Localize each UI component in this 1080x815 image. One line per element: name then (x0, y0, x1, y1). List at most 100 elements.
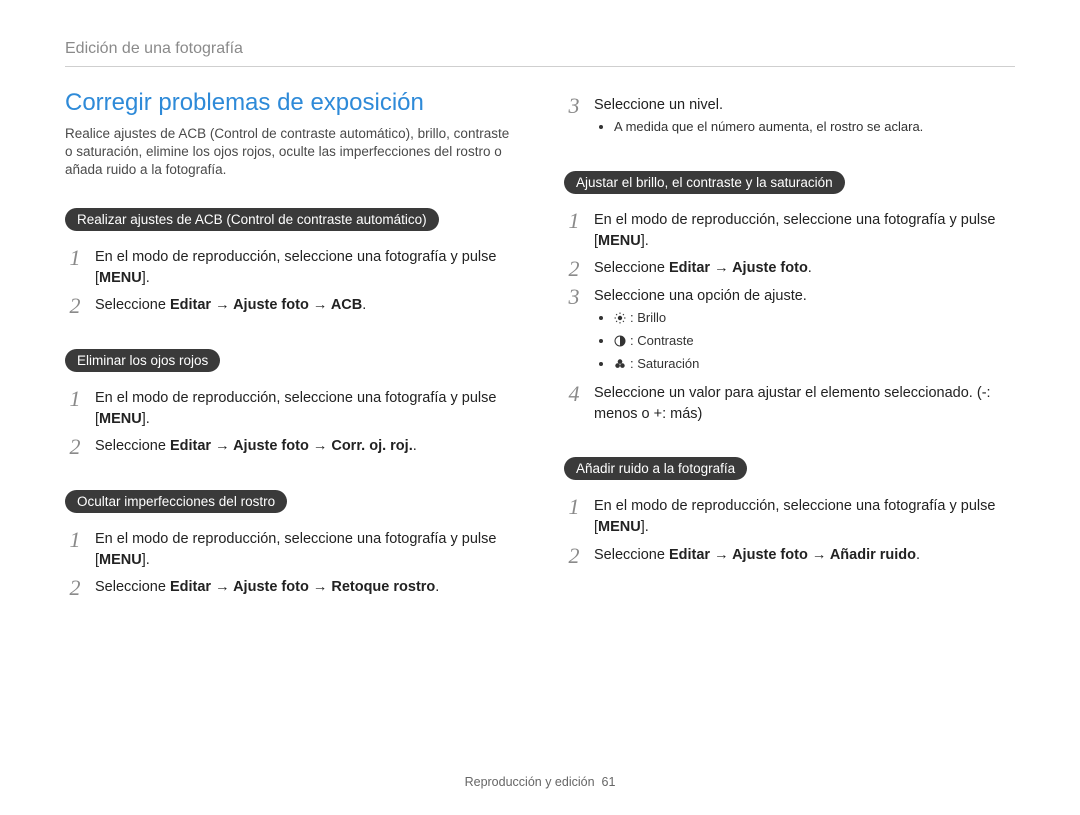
step-row: 2 Seleccione Editar → Ajuste foto → Añad… (564, 545, 1015, 567)
step-row: 4 Seleccione un valor para ajustar el el… (564, 383, 1015, 425)
option-contrast: : Contraste (614, 332, 807, 353)
contrast-icon (614, 334, 626, 353)
option-brightness: : Brillo (614, 309, 807, 330)
step-text: En el modo de reproducción, seleccione u… (594, 210, 1015, 252)
option-saturation: : Saturación (614, 355, 807, 376)
text-fragment: Seleccione (594, 547, 669, 563)
step-row: 1 En el modo de reproducción, seleccione… (564, 496, 1015, 538)
step-row: 2 Seleccione Editar → Ajuste foto → ACB. (65, 295, 516, 317)
step-text: Seleccione Editar → Ajuste foto → Retoqu… (95, 577, 439, 598)
menu-key: MENU (99, 270, 142, 286)
text-fragment: En el modo de reproducción, seleccione u… (594, 498, 995, 535)
step-row: 1 En el modo de reproducción, seleccione… (564, 210, 1015, 252)
face-steps-cont: 3 Seleccione un nivel. A medida que el n… (564, 95, 1015, 139)
step-text: Seleccione una opción de ajuste. : Brill… (594, 286, 807, 378)
text-fragment: . (413, 438, 417, 454)
step-number: 3 (564, 286, 584, 308)
step-row: 2 Seleccione Editar → Ajuste foto → Corr… (65, 436, 516, 458)
step-number: 1 (65, 247, 85, 269)
menu-path: Editar → Ajuste foto → Retoque rostro (170, 579, 435, 595)
menu-path: Editar → Ajuste foto (669, 260, 808, 276)
step-row: 3 Seleccione una opción de ajuste. : Bri… (564, 286, 1015, 378)
footer-section: Reproducción y edición (465, 775, 595, 789)
left-column: Corregir problemas de exposición Realice… (65, 89, 516, 605)
sub-bullet-list: A medida que el número aumenta, el rostr… (594, 118, 923, 137)
text-fragment: ]. (142, 552, 150, 568)
step-text: Seleccione Editar → Ajuste foto. (594, 258, 812, 279)
step-text: Seleccione Editar → Ajuste foto → ACB. (95, 295, 366, 316)
subsection-bcs-pill: Ajustar el brillo, el contraste y la sat… (564, 171, 845, 194)
text-fragment: Seleccione una opción de ajuste. (594, 288, 807, 304)
step-number: 2 (65, 577, 85, 599)
subsection-face-pill: Ocultar imperfecciones del rostro (65, 490, 287, 513)
step-number: 1 (65, 529, 85, 551)
face-steps: 1 En el modo de reproducción, seleccione… (65, 529, 516, 599)
text-fragment: Seleccione (95, 438, 170, 454)
text-fragment: ]. (641, 233, 649, 249)
text-fragment: Seleccione (594, 260, 669, 276)
menu-path: Editar → Ajuste foto → Corr. oj. roj. (170, 438, 413, 454)
page-footer: Reproducción y edición 61 (0, 775, 1080, 789)
step-row: 3 Seleccione un nivel. A medida que el n… (564, 95, 1015, 139)
section-title: Corregir problemas de exposición (65, 89, 516, 117)
menu-path: Editar → Ajuste foto → ACB (170, 297, 362, 313)
page-number: 61 (602, 775, 616, 789)
sub-bullet: A medida que el número aumenta, el rostr… (614, 118, 923, 137)
page-header: Edición de una fotografía (65, 40, 1015, 67)
step-text: En el modo de reproducción, seleccione u… (95, 529, 516, 571)
text-fragment: ]. (142, 270, 150, 286)
text-fragment: En el modo de reproducción, seleccione u… (594, 212, 995, 249)
step-text: Seleccione Editar → Ajuste foto → Corr. … (95, 436, 417, 457)
step-text: En el modo de reproducción, seleccione u… (95, 247, 516, 289)
redeye-steps: 1 En el modo de reproducción, seleccione… (65, 388, 516, 458)
text-fragment: . (435, 579, 439, 595)
step-number: 1 (564, 496, 584, 518)
menu-key: MENU (99, 552, 142, 568)
step-number: 2 (65, 295, 85, 317)
menu-key: MENU (99, 411, 142, 427)
step-text: Seleccione un valor para ajustar el elem… (594, 383, 1015, 425)
step-number: 3 (564, 95, 584, 117)
sub-bullet-list: : Brillo : Contraste : Saturación (594, 309, 807, 376)
noise-steps: 1 En el modo de reproducción, seleccione… (564, 496, 1015, 566)
menu-path: Editar → Ajuste foto → Añadir ruido (669, 547, 916, 563)
two-column-layout: Corregir problemas de exposición Realice… (65, 89, 1015, 605)
step-number: 1 (65, 388, 85, 410)
acb-steps: 1 En el modo de reproducción, seleccione… (65, 247, 516, 317)
section-intro: Realice ajustes de ACB (Control de contr… (65, 125, 516, 180)
step-row: 1 En el modo de reproducción, seleccione… (65, 388, 516, 430)
step-text: Seleccione Editar → Ajuste foto → Añadir… (594, 545, 920, 566)
step-number: 2 (564, 258, 584, 280)
text-fragment: . (362, 297, 366, 313)
step-text: En el modo de reproducción, seleccione u… (95, 388, 516, 430)
step-row: 2 Seleccione Editar → Ajuste foto. (564, 258, 1015, 280)
option-label: : Contraste (630, 333, 694, 348)
text-fragment: . (916, 547, 920, 563)
text-fragment: En el modo de reproducción, seleccione u… (95, 531, 496, 568)
option-label: : Saturación (630, 356, 699, 371)
step-row: 1 En el modo de reproducción, seleccione… (65, 529, 516, 571)
option-label: : Brillo (630, 310, 666, 325)
text-fragment: ]. (641, 519, 649, 535)
step-text: En el modo de reproducción, seleccione u… (594, 496, 1015, 538)
menu-key: MENU (598, 519, 641, 535)
step-text: Seleccione un nivel. A medida que el núm… (594, 95, 923, 139)
saturation-icon (614, 357, 626, 376)
step-number: 1 (564, 210, 584, 232)
manual-page: Edición de una fotografía Corregir probl… (0, 0, 1080, 815)
subsection-acb-pill: Realizar ajustes de ACB (Control de cont… (65, 208, 439, 231)
text-fragment: Seleccione un nivel. (594, 97, 723, 113)
step-number: 2 (564, 545, 584, 567)
step-row: 1 En el modo de reproducción, seleccione… (65, 247, 516, 289)
menu-key: MENU (598, 233, 641, 249)
step-row: 2 Seleccione Editar → Ajuste foto → Reto… (65, 577, 516, 599)
bcs-steps: 1 En el modo de reproducción, seleccione… (564, 210, 1015, 426)
text-fragment: ]. (142, 411, 150, 427)
subsection-noise-pill: Añadir ruido a la fotografía (564, 457, 747, 480)
text-fragment: . (808, 260, 812, 276)
right-column: 3 Seleccione un nivel. A medida que el n… (564, 89, 1015, 605)
text-fragment: En el modo de reproducción, seleccione u… (95, 390, 496, 427)
text-fragment: En el modo de reproducción, seleccione u… (95, 249, 496, 286)
text-fragment: Seleccione (95, 297, 170, 313)
step-number: 2 (65, 436, 85, 458)
